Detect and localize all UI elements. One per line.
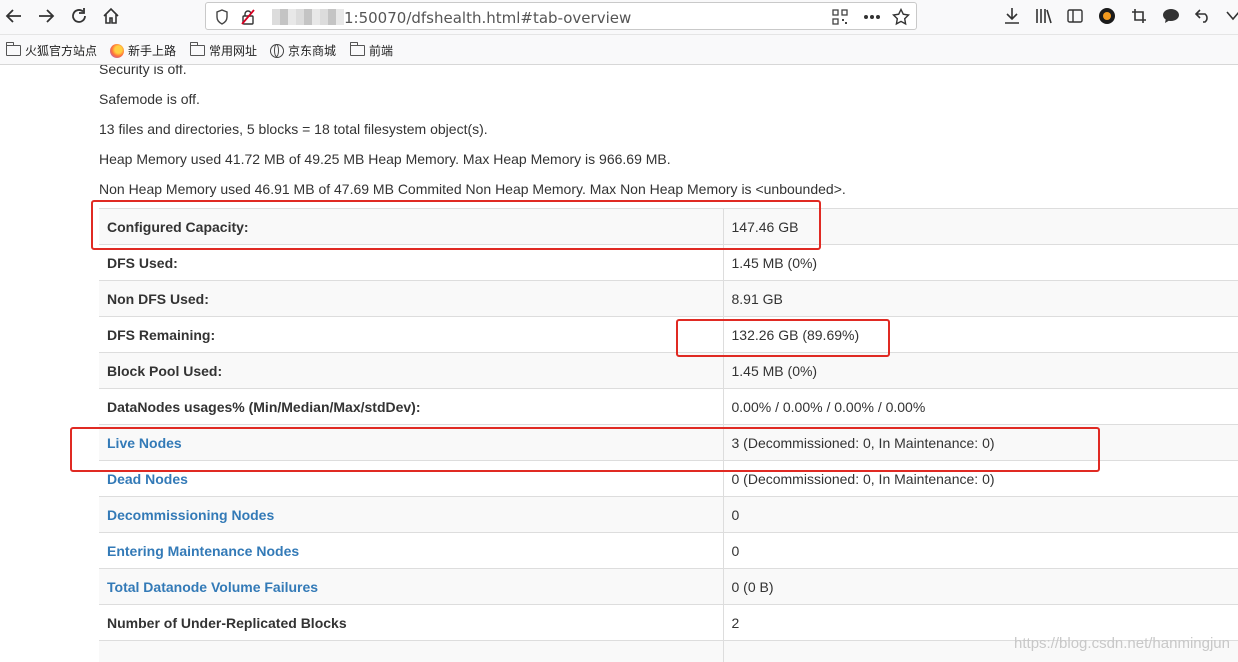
- bookmark-label: 前端: [369, 44, 394, 58]
- url-text[interactable]: 1:50070/dfshealth.html#tab-overview: [344, 9, 631, 27]
- heap-memory-summary: Heap Memory used 41.72 MB of 49.25 MB He…: [99, 151, 671, 167]
- forward-button[interactable]: [33, 3, 59, 29]
- filesystem-objects-summary: 13 files and directories, 5 blocks = 18 …: [99, 121, 488, 137]
- bookmarks-toolbar: 火狐官方站点 新手上路 常用网址 京东商城 前端: [0, 35, 1238, 65]
- row-label: DFS Used:: [99, 244, 724, 281]
- row-label: DataNodes usages% (Min/Median/Max/stdDev…: [99, 388, 724, 425]
- page-content: Security is off. Safemode is off. 13 fil…: [0, 65, 1238, 662]
- chevron-down-icon: [1226, 11, 1238, 21]
- sidebar-icon: [1067, 9, 1083, 23]
- live-nodes-link[interactable]: Live Nodes: [99, 424, 724, 461]
- table-row: Live Nodes 3 (Decommissioned: 0, In Main…: [99, 424, 1238, 461]
- bookmark-item[interactable]: 京东商城: [270, 42, 336, 59]
- chat-button[interactable]: [1158, 3, 1184, 29]
- extension-icon: [1099, 8, 1115, 24]
- table-row: Dead Nodes 0 (Decommissioned: 0, In Main…: [99, 460, 1238, 497]
- qr-code-icon[interactable]: [830, 7, 850, 27]
- shield-icon[interactable]: [212, 7, 232, 27]
- row-label: Non DFS Used:: [99, 280, 724, 317]
- downloads-button[interactable]: [999, 3, 1025, 29]
- row-label: [99, 640, 724, 662]
- bookmark-star-icon[interactable]: [891, 7, 911, 27]
- row-value: 1.45 MB (0%): [723, 352, 1238, 389]
- library-button[interactable]: [1031, 3, 1057, 29]
- chat-bubble-icon: [1163, 9, 1179, 23]
- overview-table: Configured Capacity: 147.46 GB DFS Used:…: [99, 208, 1238, 662]
- reload-icon: [72, 8, 86, 23]
- overflow-menu-button[interactable]: [1220, 3, 1238, 29]
- bookmark-item[interactable]: 火狐官方站点: [6, 42, 97, 59]
- row-value: 3 (Decommissioned: 0, In Maintenance: 0): [723, 424, 1238, 461]
- crop-icon: [1132, 9, 1146, 23]
- table-row: DFS Remaining: 132.26 GB (89.69%): [99, 316, 1238, 353]
- folder-icon: [6, 42, 21, 56]
- non-heap-memory-summary: Non Heap Memory used 46.91 MB of 47.69 M…: [99, 181, 846, 197]
- row-label: Number of Under-Replicated Blocks: [99, 604, 724, 641]
- back-button[interactable]: [1, 3, 27, 29]
- table-row: Non DFS Used: 8.91 GB: [99, 280, 1238, 317]
- dead-nodes-link[interactable]: Dead Nodes: [99, 460, 724, 497]
- decommissioning-nodes-link[interactable]: Decommissioning Nodes: [99, 496, 724, 533]
- row-value: 0: [723, 496, 1238, 533]
- sidebar-button[interactable]: [1062, 3, 1088, 29]
- bookmark-item[interactable]: 前端: [350, 42, 393, 59]
- bookmark-label: 京东商城: [288, 44, 337, 58]
- bookmark-label: 新手上路: [128, 44, 177, 58]
- row-label: Configured Capacity:: [99, 208, 724, 245]
- entering-maintenance-nodes-link[interactable]: Entering Maintenance Nodes: [99, 532, 724, 569]
- row-value: 0: [723, 532, 1238, 569]
- home-icon: [103, 7, 119, 24]
- firefox-icon: [110, 43, 124, 58]
- bookmark-label: 常用网址: [209, 44, 258, 58]
- row-value: 132.26 GB (89.69%): [723, 316, 1238, 353]
- row-value: 0.00% / 0.00% / 0.00% / 0.00%: [723, 388, 1238, 425]
- volume-failures-link[interactable]: Total Datanode Volume Failures: [99, 568, 724, 605]
- library-icon: [1036, 9, 1052, 24]
- row-value: 1.45 MB (0%): [723, 244, 1238, 281]
- security-status: Security is off.: [99, 65, 187, 77]
- arrow-right-icon: [39, 9, 55, 23]
- bookmark-item[interactable]: 常用网址: [190, 42, 257, 59]
- row-value: 8.91 GB: [723, 280, 1238, 317]
- row-value: 0 (0 B): [723, 568, 1238, 605]
- extension-button[interactable]: [1094, 3, 1120, 29]
- undo-icon: [1195, 9, 1208, 23]
- table-row: Decommissioning Nodes 0: [99, 496, 1238, 533]
- row-value: 0 (Decommissioned: 0, In Maintenance: 0): [723, 460, 1238, 497]
- undo-button[interactable]: [1190, 3, 1216, 29]
- folder-icon: [350, 42, 365, 56]
- table-row: DFS Used: 1.45 MB (0%): [99, 244, 1238, 281]
- row-value: 147.46 GB: [723, 208, 1238, 245]
- table-row: Block Pool Used: 1.45 MB (0%): [99, 352, 1238, 389]
- bookmark-label: 火狐官方站点: [25, 44, 98, 58]
- browser-toolbar: 1:50070/dfshealth.html#tab-overview: [0, 0, 1238, 35]
- bookmark-item[interactable]: 新手上路: [110, 42, 176, 59]
- home-button[interactable]: [98, 3, 124, 29]
- watermark: https://blog.csdn.net/hanmingjun: [1014, 635, 1230, 652]
- table-row: Total Datanode Volume Failures 0 (0 B): [99, 568, 1238, 605]
- row-label: DFS Remaining:: [99, 316, 724, 353]
- globe-icon: [270, 43, 284, 58]
- reload-button[interactable]: [66, 3, 92, 29]
- download-icon: [1005, 8, 1019, 24]
- insecure-connection-icon[interactable]: [238, 7, 258, 27]
- folder-icon: [190, 42, 205, 56]
- table-row: Configured Capacity: 147.46 GB: [99, 208, 1238, 245]
- screenshot-button[interactable]: [1126, 3, 1152, 29]
- row-label: Block Pool Used:: [99, 352, 724, 389]
- table-row: DataNodes usages% (Min/Median/Max/stdDev…: [99, 388, 1238, 425]
- redacted-host: [272, 9, 344, 25]
- page-actions-icon[interactable]: [862, 7, 882, 27]
- safemode-status: Safemode is off.: [99, 91, 200, 107]
- address-bar[interactable]: 1:50070/dfshealth.html#tab-overview: [205, 2, 917, 30]
- table-row: Entering Maintenance Nodes 0: [99, 532, 1238, 569]
- arrow-left-icon: [5, 9, 21, 23]
